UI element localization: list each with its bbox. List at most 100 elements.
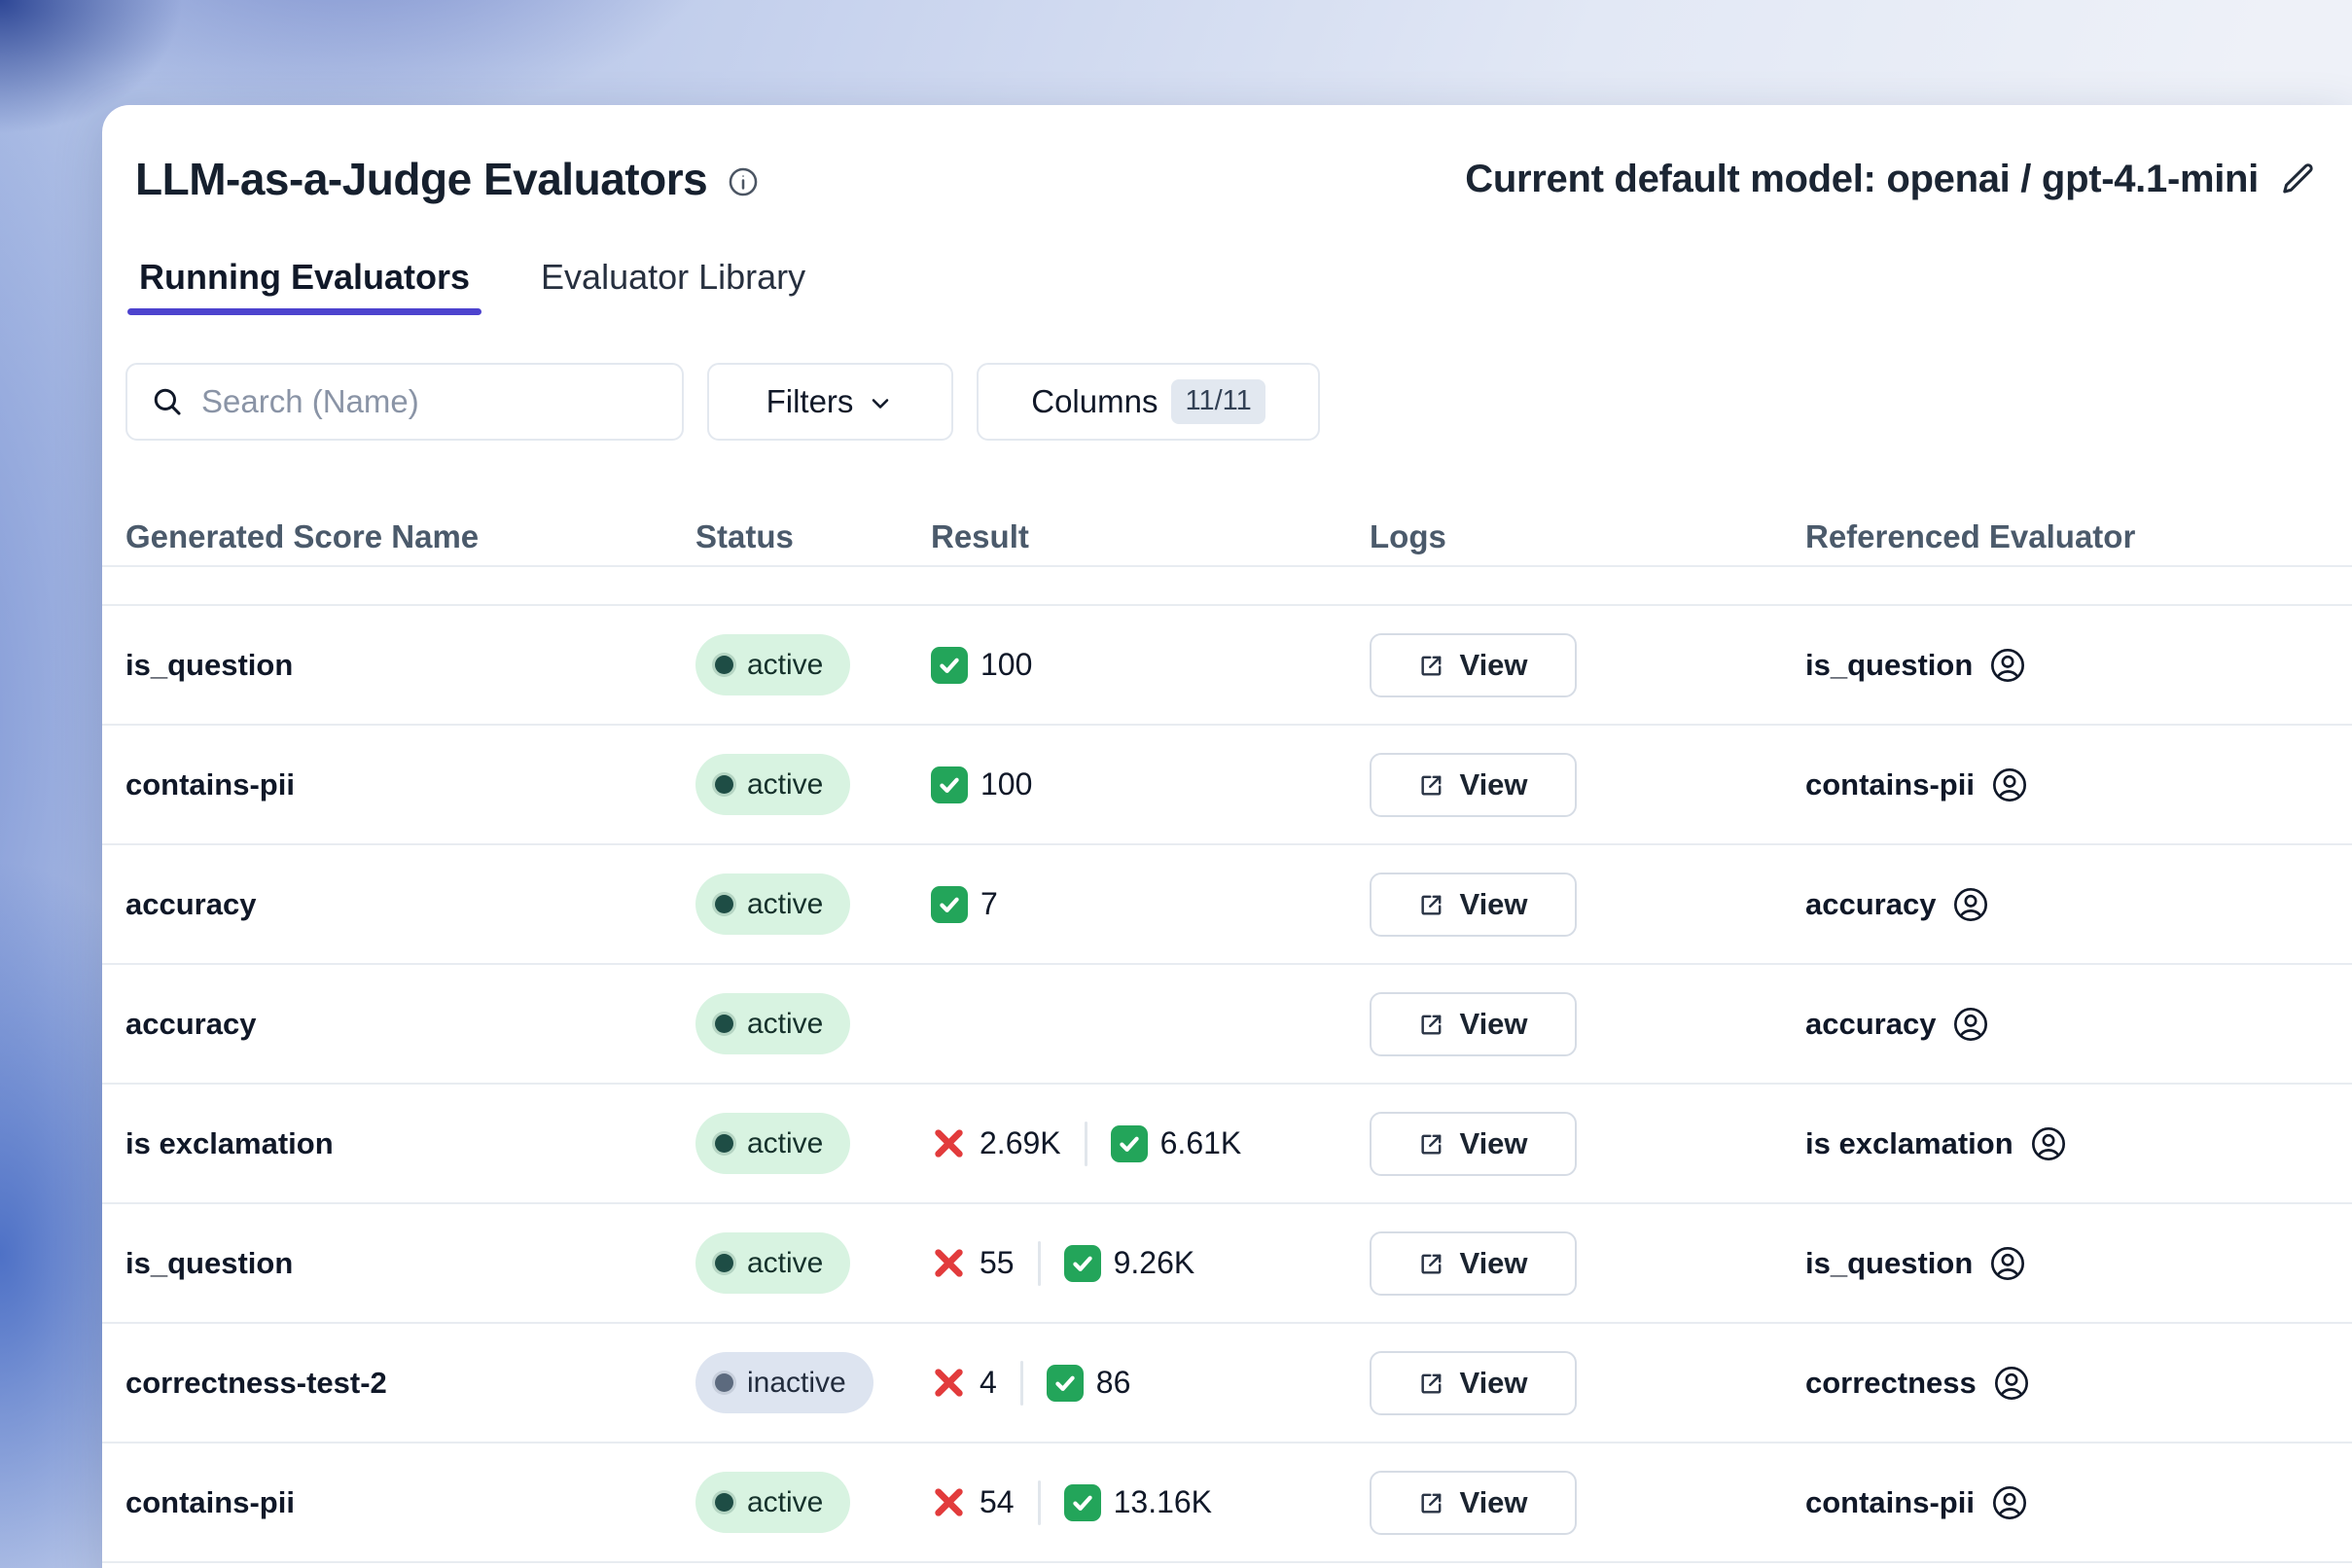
view-label: View bbox=[1459, 648, 1527, 683]
check-icon bbox=[931, 886, 968, 923]
status-dot bbox=[715, 895, 733, 913]
external-link-icon bbox=[1418, 652, 1445, 679]
referenced-evaluator-name: is exclamation bbox=[1805, 1126, 2013, 1161]
status-dot bbox=[715, 1015, 733, 1033]
fail-count: 4 bbox=[931, 1365, 997, 1401]
score-name: is_question bbox=[125, 1246, 695, 1281]
view-label: View bbox=[1459, 1366, 1527, 1401]
cross-icon bbox=[931, 1245, 967, 1281]
status-badge: active bbox=[695, 754, 850, 815]
status-badge: inactive bbox=[695, 1352, 873, 1413]
score-name: is_question bbox=[125, 648, 695, 683]
score-name: accuracy bbox=[125, 1007, 695, 1042]
toolbar: Filters Columns 11/11 bbox=[102, 363, 2352, 441]
external-link-icon bbox=[1418, 1370, 1445, 1397]
check-icon bbox=[1047, 1365, 1084, 1402]
table-row[interactable]: is_question active 100 View is_question bbox=[102, 606, 2352, 726]
page-header: LLM-as-a-Judge Evaluators Current defaul… bbox=[102, 105, 2352, 210]
pass-count: 86 bbox=[1047, 1365, 1131, 1402]
score-name: contains-pii bbox=[125, 767, 695, 802]
external-link-icon bbox=[1418, 891, 1445, 918]
status-badge: active bbox=[695, 1113, 850, 1174]
table-row[interactable]: is exclamation active 2.69K 6.61K View i… bbox=[102, 1085, 2352, 1204]
user-icon bbox=[1992, 1364, 2031, 1403]
tab-evaluator-library[interactable]: Evaluator Library bbox=[529, 249, 817, 315]
info-icon[interactable] bbox=[727, 165, 760, 198]
evaluators-panel: LLM-as-a-Judge Evaluators Current defaul… bbox=[102, 105, 2352, 1568]
view-logs-button[interactable]: View bbox=[1370, 753, 1577, 817]
status-label: inactive bbox=[747, 1367, 846, 1400]
check-icon bbox=[1111, 1125, 1148, 1162]
referenced-evaluator-name: accuracy bbox=[1805, 887, 1936, 922]
status-label: active bbox=[747, 1008, 823, 1041]
view-logs-button[interactable]: View bbox=[1370, 873, 1577, 937]
external-link-icon bbox=[1418, 1489, 1445, 1516]
check-icon bbox=[1064, 1245, 1101, 1282]
view-label: View bbox=[1459, 1246, 1527, 1281]
tab-running-evaluators[interactable]: Running Evaluators bbox=[127, 249, 481, 315]
check-icon bbox=[931, 766, 968, 803]
score-name: correctness-test-2 bbox=[125, 1366, 695, 1401]
columns-button[interactable]: Columns 11/11 bbox=[977, 363, 1320, 441]
status-label: active bbox=[747, 1127, 823, 1160]
tab-label: Evaluator Library bbox=[541, 257, 805, 297]
edit-model-icon[interactable] bbox=[2280, 160, 2317, 197]
filters-label: Filters bbox=[766, 383, 854, 420]
cross-icon bbox=[931, 1125, 967, 1161]
table-row[interactable]: accuracy active View accuracy bbox=[102, 965, 2352, 1085]
status-label: active bbox=[747, 768, 823, 802]
referenced-evaluator-name: contains-pii bbox=[1805, 1485, 1975, 1520]
view-label: View bbox=[1459, 1126, 1527, 1161]
tab-bar: Running Evaluators Evaluator Library bbox=[102, 249, 2352, 314]
user-icon bbox=[1951, 1005, 1990, 1044]
default-model-label: Current default model: openai / gpt-4.1-… bbox=[1465, 158, 2259, 201]
filters-button[interactable]: Filters bbox=[707, 363, 953, 441]
table-header-row: Generated Score Name Status Result Logs … bbox=[102, 509, 2352, 567]
pass-count: 6.61K bbox=[1111, 1125, 1242, 1162]
search-box[interactable] bbox=[125, 363, 684, 441]
table-row[interactable]: contains-pii active 54 13.16K View conta… bbox=[102, 1443, 2352, 1563]
pass-count: 100 bbox=[931, 647, 1032, 684]
status-dot bbox=[715, 1134, 733, 1153]
score-name: contains-pii bbox=[125, 1485, 695, 1520]
user-icon bbox=[1990, 1483, 2029, 1522]
status-label: active bbox=[747, 649, 823, 682]
pass-count: 100 bbox=[931, 766, 1032, 803]
status-dot bbox=[715, 775, 733, 794]
score-name: is exclamation bbox=[125, 1126, 695, 1161]
external-link-icon bbox=[1418, 1011, 1445, 1038]
view-logs-button[interactable]: View bbox=[1370, 1231, 1577, 1296]
col-header-status: Status bbox=[695, 518, 931, 555]
table-row[interactable]: is_question active 55 9.26K View is_ques… bbox=[102, 1204, 2352, 1324]
view-logs-button[interactable]: View bbox=[1370, 633, 1577, 697]
user-icon bbox=[1988, 1244, 2027, 1283]
evaluators-table: Generated Score Name Status Result Logs … bbox=[102, 509, 2352, 1563]
search-input[interactable] bbox=[201, 383, 659, 420]
view-label: View bbox=[1459, 887, 1527, 922]
referenced-evaluator-name: is_question bbox=[1805, 1246, 1973, 1281]
pass-count: 9.26K bbox=[1064, 1245, 1195, 1282]
status-dot bbox=[715, 1493, 733, 1512]
pass-count: 13.16K bbox=[1064, 1484, 1212, 1521]
view-logs-button[interactable]: View bbox=[1370, 1351, 1577, 1415]
external-link-icon bbox=[1418, 1130, 1445, 1158]
tab-label: Running Evaluators bbox=[139, 257, 470, 297]
result-divider bbox=[1020, 1361, 1023, 1406]
status-dot bbox=[715, 1373, 733, 1392]
view-logs-button[interactable]: View bbox=[1370, 1112, 1577, 1176]
status-label: active bbox=[747, 1247, 823, 1280]
check-icon bbox=[1064, 1484, 1101, 1521]
cross-icon bbox=[931, 1484, 967, 1520]
view-logs-button[interactable]: View bbox=[1370, 1471, 1577, 1535]
result-divider bbox=[1038, 1480, 1041, 1525]
view-logs-button[interactable]: View bbox=[1370, 992, 1577, 1056]
table-row[interactable]: correctness-test-2 inactive 4 86 View co… bbox=[102, 1324, 2352, 1443]
fail-count: 54 bbox=[931, 1484, 1015, 1520]
table-row[interactable]: contains-pii active 100 View contains-pi… bbox=[102, 726, 2352, 845]
result-divider bbox=[1038, 1241, 1041, 1286]
col-header-result: Result bbox=[931, 518, 1370, 555]
referenced-evaluator-name: correctness bbox=[1805, 1366, 1977, 1401]
referenced-evaluator-name: contains-pii bbox=[1805, 767, 1975, 802]
fail-count: 2.69K bbox=[931, 1125, 1061, 1161]
table-row[interactable]: accuracy active 7 View accuracy bbox=[102, 845, 2352, 965]
